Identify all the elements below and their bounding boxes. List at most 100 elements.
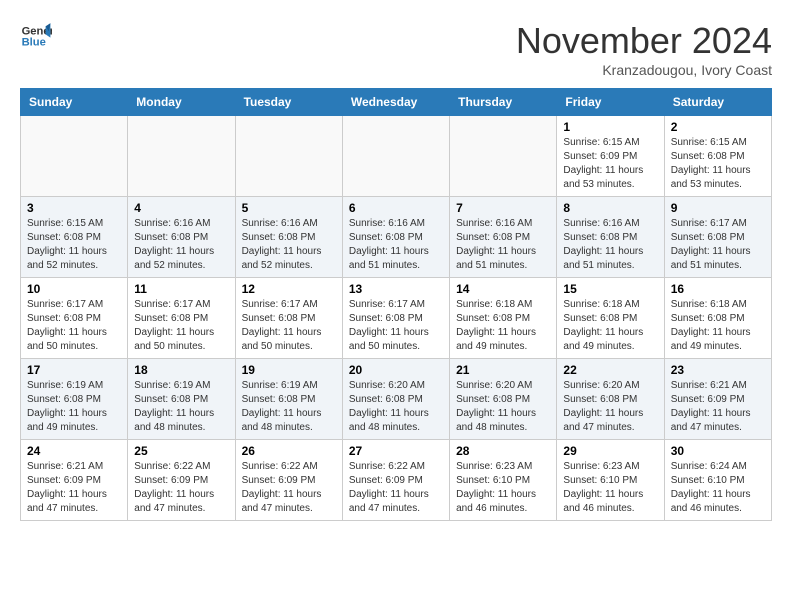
day-info: Sunrise: 6:20 AMSunset: 6:08 PMDaylight:… — [349, 379, 443, 435]
day-info: Sunrise: 6:24 AMSunset: 6:10 PMDaylight:… — [671, 460, 765, 516]
col-header-monday: Monday — [128, 89, 235, 116]
col-header-wednesday: Wednesday — [342, 89, 449, 116]
day-info: Sunrise: 6:19 AMSunset: 6:08 PMDaylight:… — [27, 379, 121, 435]
calendar-cell: 2Sunrise: 6:15 AMSunset: 6:08 PMDaylight… — [664, 116, 771, 197]
calendar-cell: 13 Sunrise: 6:17 AMSunset: 6:08 PMDayligh… — [342, 278, 449, 359]
calendar-week-row: 3 Sunrise: 6:15 AMSunset: 6:08 PMDaylight… — [21, 197, 772, 278]
calendar-cell — [21, 116, 128, 197]
day-info: Sunrise: 6:18 AMSunset: 6:08 PMDaylight:… — [563, 298, 657, 354]
calendar-week-row: 24 Sunrise: 6:21 AMSunset: 6:09 PMDayligh… — [21, 440, 772, 521]
day-number: 14 — [456, 282, 550, 296]
day-number: 20 — [349, 363, 443, 377]
day-number: 13 — [349, 282, 443, 296]
day-number: 27 — [349, 444, 443, 458]
day-number: 25 — [134, 444, 228, 458]
calendar-cell: 19 Sunrise: 6:19 AMSunset: 6:08 PMDayligh… — [235, 359, 342, 440]
day-info: Sunrise: 6:16 AMSunset: 6:08 PMDaylight:… — [242, 217, 336, 273]
calendar-cell: 18 Sunrise: 6:19 AMSunset: 6:08 PMDayligh… — [128, 359, 235, 440]
day-number: 19 — [242, 363, 336, 377]
day-info: Sunrise: 6:18 AMSunset: 6:08 PMDaylight:… — [456, 298, 550, 354]
calendar-cell: 30 Sunrise: 6:24 AMSunset: 6:10 PMDayligh… — [664, 440, 771, 521]
day-number: 24 — [27, 444, 121, 458]
day-info: Sunrise: 6:20 AMSunset: 6:08 PMDaylight:… — [563, 379, 657, 435]
calendar-cell: 4 Sunrise: 6:16 AMSunset: 6:08 PMDaylight… — [128, 197, 235, 278]
day-info: Sunrise: 6:16 AMSunset: 6:08 PMDaylight:… — [563, 217, 657, 273]
calendar-cell: 15 Sunrise: 6:18 AMSunset: 6:08 PMDayligh… — [557, 278, 664, 359]
calendar-week-row: 17 Sunrise: 6:19 AMSunset: 6:08 PMDayligh… — [21, 359, 772, 440]
day-info: Sunrise: 6:22 AMSunset: 6:09 PMDaylight:… — [134, 460, 228, 516]
day-number: 9 — [671, 201, 765, 215]
day-number: 10 — [27, 282, 121, 296]
day-info: Sunrise: 6:17 AMSunset: 6:08 PMDaylight:… — [27, 298, 121, 354]
calendar-cell: 9 Sunrise: 6:17 AMSunset: 6:08 PMDaylight… — [664, 197, 771, 278]
calendar-cell — [128, 116, 235, 197]
calendar-cell: 8 Sunrise: 6:16 AMSunset: 6:08 PMDaylight… — [557, 197, 664, 278]
day-number: 3 — [27, 201, 121, 215]
svg-text:Blue: Blue — [22, 37, 46, 49]
calendar-cell: 29 Sunrise: 6:23 AMSunset: 6:10 PMDayligh… — [557, 440, 664, 521]
day-info: Sunrise: 6:16 AMSunset: 6:08 PMDaylight:… — [349, 217, 443, 273]
calendar-cell — [450, 116, 557, 197]
day-number: 21 — [456, 363, 550, 377]
calendar-cell: 3 Sunrise: 6:15 AMSunset: 6:08 PMDaylight… — [21, 197, 128, 278]
page-header: General Blue November 2024 Kranzadougou,… — [20, 20, 772, 78]
day-info: Sunrise: 6:22 AMSunset: 6:09 PMDaylight:… — [349, 460, 443, 516]
calendar-cell: 10 Sunrise: 6:17 AMSunset: 6:08 PMDayligh… — [21, 278, 128, 359]
day-number: 30 — [671, 444, 765, 458]
calendar-week-row: 10 Sunrise: 6:17 AMSunset: 6:08 PMDayligh… — [21, 278, 772, 359]
day-info: Sunrise: 6:18 AMSunset: 6:08 PMDaylight:… — [671, 298, 765, 354]
day-number: 17 — [27, 363, 121, 377]
day-info: Sunrise: 6:17 AMSunset: 6:08 PMDaylight:… — [671, 217, 765, 273]
day-number: 1 — [563, 120, 657, 134]
calendar-cell: 5 Sunrise: 6:16 AMSunset: 6:08 PMDaylight… — [235, 197, 342, 278]
day-number: 15 — [563, 282, 657, 296]
day-info: Sunrise: 6:23 AMSunset: 6:10 PMDaylight:… — [563, 460, 657, 516]
calendar-cell — [235, 116, 342, 197]
day-number: 22 — [563, 363, 657, 377]
calendar-cell: 22 Sunrise: 6:20 AMSunset: 6:08 PMDayligh… — [557, 359, 664, 440]
day-number: 18 — [134, 363, 228, 377]
day-number: 29 — [563, 444, 657, 458]
day-info: Sunrise: 6:15 AMSunset: 6:08 PMDaylight:… — [27, 217, 121, 273]
day-number: 7 — [456, 201, 550, 215]
day-info: Sunrise: 6:15 AMSunset: 6:09 PMDaylight:… — [563, 136, 657, 192]
day-number: 11 — [134, 282, 228, 296]
calendar-cell: 27 Sunrise: 6:22 AMSunset: 6:09 PMDayligh… — [342, 440, 449, 521]
calendar-cell: 16 Sunrise: 6:18 AMSunset: 6:08 PMDayligh… — [664, 278, 771, 359]
day-info: Sunrise: 6:19 AMSunset: 6:08 PMDaylight:… — [242, 379, 336, 435]
calendar-cell: 12 Sunrise: 6:17 AMSunset: 6:08 PMDayligh… — [235, 278, 342, 359]
day-info: Sunrise: 6:19 AMSunset: 6:08 PMDaylight:… — [134, 379, 228, 435]
col-header-thursday: Thursday — [450, 89, 557, 116]
calendar-cell — [342, 116, 449, 197]
calendar-cell: 7 Sunrise: 6:16 AMSunset: 6:08 PMDaylight… — [450, 197, 557, 278]
calendar-cell: 25 Sunrise: 6:22 AMSunset: 6:09 PMDayligh… — [128, 440, 235, 521]
month-title: November 2024 — [516, 20, 772, 62]
calendar-cell: 6 Sunrise: 6:16 AMSunset: 6:08 PMDaylight… — [342, 197, 449, 278]
day-number: 2 — [671, 120, 765, 134]
title-block: November 2024 Kranzadougou, Ivory Coast — [516, 20, 772, 78]
day-number: 23 — [671, 363, 765, 377]
logo: General Blue — [20, 20, 52, 52]
day-info: Sunrise: 6:17 AMSunset: 6:08 PMDaylight:… — [242, 298, 336, 354]
day-info: Sunrise: 6:16 AMSunset: 6:08 PMDaylight:… — [134, 217, 228, 273]
day-number: 16 — [671, 282, 765, 296]
day-number: 6 — [349, 201, 443, 215]
day-info: Sunrise: 6:21 AMSunset: 6:09 PMDaylight:… — [27, 460, 121, 516]
calendar-cell: 17 Sunrise: 6:19 AMSunset: 6:08 PMDayligh… — [21, 359, 128, 440]
calendar-table: SundayMondayTuesdayWednesdayThursdayFrid… — [20, 88, 772, 521]
day-info: Sunrise: 6:23 AMSunset: 6:10 PMDaylight:… — [456, 460, 550, 516]
col-header-tuesday: Tuesday — [235, 89, 342, 116]
day-number: 28 — [456, 444, 550, 458]
day-number: 5 — [242, 201, 336, 215]
day-info: Sunrise: 6:17 AMSunset: 6:08 PMDaylight:… — [349, 298, 443, 354]
day-info: Sunrise: 6:20 AMSunset: 6:08 PMDaylight:… — [456, 379, 550, 435]
day-number: 8 — [563, 201, 657, 215]
calendar-cell: 21 Sunrise: 6:20 AMSunset: 6:08 PMDayligh… — [450, 359, 557, 440]
day-info: Sunrise: 6:16 AMSunset: 6:08 PMDaylight:… — [456, 217, 550, 273]
day-number: 12 — [242, 282, 336, 296]
col-header-friday: Friday — [557, 89, 664, 116]
day-number: 4 — [134, 201, 228, 215]
calendar-cell: 28 Sunrise: 6:23 AMSunset: 6:10 PMDayligh… — [450, 440, 557, 521]
col-header-sunday: Sunday — [21, 89, 128, 116]
location: Kranzadougou, Ivory Coast — [516, 62, 772, 78]
